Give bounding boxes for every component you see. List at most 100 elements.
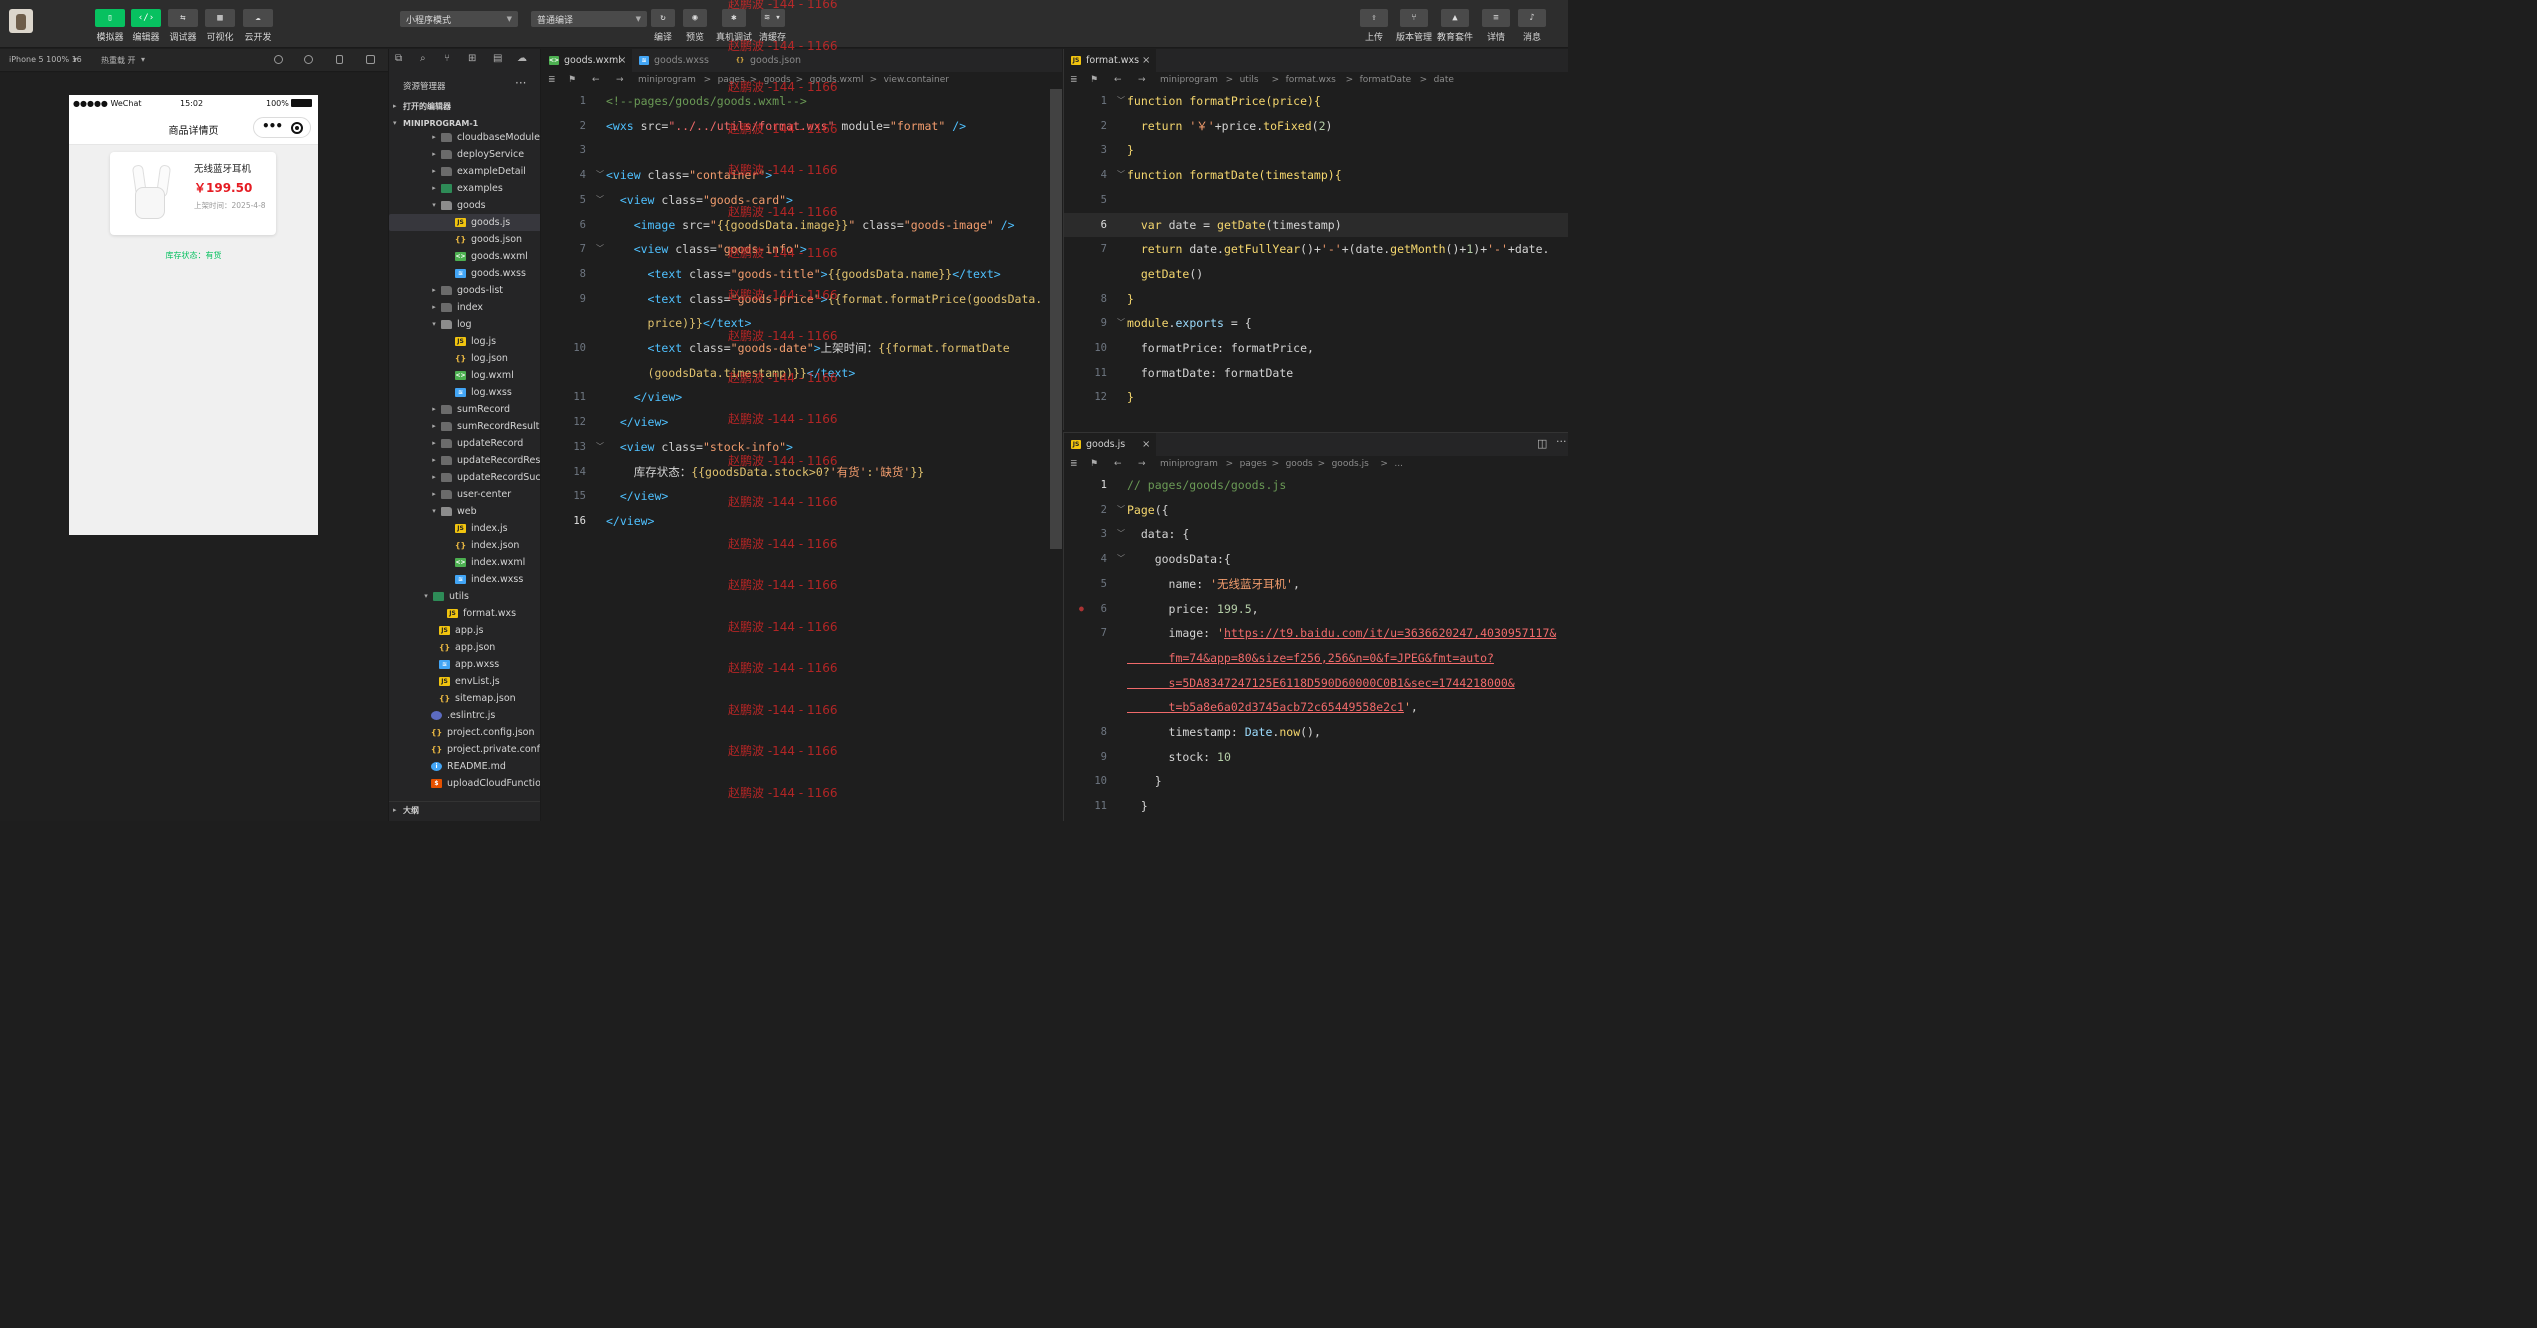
tree-item[interactable]: ▾ web (389, 503, 540, 520)
mode-select[interactable]: 小程序模式 ▼ (400, 11, 518, 27)
code-line[interactable]: 15 </view> (542, 484, 1062, 509)
toolbar-button-phone[interactable]: ▯ 模拟器 (95, 9, 125, 43)
eye-icon[interactable]: ◉ (683, 9, 707, 27)
tree-item[interactable]: i README.md (389, 758, 540, 775)
tab-goods-json[interactable]: {} goods.json (728, 49, 824, 72)
tree-item[interactable]: JS format.wxs (389, 605, 540, 622)
device-select[interactable]: iPhone 5 100% 16 (9, 55, 82, 64)
capsule-menu[interactable]: ••• (253, 117, 311, 138)
tab-format-wxs[interactable]: JS format.wxs × (1064, 49, 1156, 72)
graduation-icon[interactable]: ▲ (1441, 9, 1469, 27)
list-icon[interactable]: ≣ (1070, 72, 1078, 88)
breadcrumb-item[interactable]: miniprogram (1160, 72, 1218, 88)
source-control-icon[interactable]: ⑂ (444, 53, 456, 65)
tree-item[interactable]: ▸ updateRecordSuccess (389, 469, 540, 486)
code-line[interactable]: 9 <text class="goods-price">{{format.for… (542, 287, 1062, 312)
breadcrumb-item[interactable]: date (1434, 72, 1454, 88)
debug-icon[interactable]: ⇆ (168, 9, 198, 27)
code-area[interactable]: 1 ﹀ function formatPrice(price){2 return '… (1064, 89, 1568, 430)
chevron-right-icon[interactable]: ▸ (430, 486, 438, 503)
bookmark-icon[interactable]: ⚑ (568, 72, 576, 88)
refresh-icon[interactable]: ↻ (651, 9, 675, 27)
forward-icon[interactable]: → (616, 72, 624, 88)
tree-item[interactable]: ▾ utils (389, 588, 540, 605)
outline-section[interactable]: ▸ 大纲 (389, 801, 540, 818)
code-line[interactable]: 6 var date = getDate(timestamp) (1064, 212, 1568, 238)
breadcrumb-item[interactable]: miniprogram (638, 72, 696, 88)
chevron-right-icon[interactable]: ▸ (430, 299, 438, 316)
chevron-right-icon[interactable]: ▸ (430, 401, 438, 418)
tree-item[interactable]: ▸ updateRecord (389, 435, 540, 452)
toolbar-button-debug[interactable]: ⇆ 调试器 (168, 9, 198, 43)
tree-item[interactable]: ▾ goods (389, 197, 540, 214)
code-line[interactable]: 5 name: '无线蓝牙耳机', (1064, 572, 1568, 597)
tree-item[interactable]: ≋ index.wxss (389, 571, 540, 588)
breadcrumb-item[interactable]: formatDate (1360, 72, 1412, 88)
code-line[interactable]: fm=74&app=80&size=f256,256&n=0&f=JPEG&fm… (1064, 646, 1568, 671)
code-line[interactable]: 6 ● price: 199.5, (1064, 597, 1568, 622)
open-editors-section[interactable]: ▸ 打开的编辑器 (389, 98, 540, 115)
breadcrumb-item[interactable]: goods (1286, 456, 1313, 472)
code-line[interactable]: 1 <!--pages/goods/goods.wxml--> (542, 89, 1062, 114)
chevron-right-icon[interactable]: ▸ (430, 418, 438, 435)
chevron-right-icon[interactable]: ▸ (430, 469, 438, 486)
tree-item[interactable]: <> index.wxml (389, 554, 540, 571)
more-icon[interactable]: ··· (515, 76, 526, 90)
chevron-down-icon[interactable]: ▾ (430, 197, 438, 214)
fold-chevron-icon[interactable]: ﹀ (1117, 163, 1125, 188)
toolbar-button-code[interactable]: ‹/› 编辑器 (131, 9, 161, 43)
forward-icon[interactable]: → (1138, 72, 1146, 88)
code-line[interactable]: 4 ﹀ function formatDate(timestamp){ (1064, 163, 1568, 188)
tree-item[interactable]: {} app.json (389, 639, 540, 656)
toolbar-button-bug[interactable]: ✱ 真机调试 (716, 9, 752, 43)
breadcrumb-item[interactable]: format.wxs (1286, 72, 1336, 88)
breadcrumb-item[interactable]: goods.wxml (810, 72, 864, 88)
tree-item[interactable]: {} project.private.config.js... (389, 741, 540, 758)
code-line[interactable]: 7 ﹀ <view class="goods-info"> (542, 237, 1062, 262)
fold-chevron-icon[interactable]: ﹀ (596, 188, 604, 213)
back-icon[interactable]: ← (1114, 72, 1122, 88)
chevron-down-icon[interactable]: ▾ (430, 316, 438, 333)
tree-item[interactable]: {} log.json (389, 350, 540, 367)
record-icon[interactable] (304, 55, 313, 64)
docker-icon[interactable]: ☁ (517, 53, 529, 65)
fold-chevron-icon[interactable]: ﹀ (1117, 311, 1125, 336)
code-line[interactable]: t=b5a8e6a02d3745acb72c65449558e2c1', (1064, 695, 1568, 720)
tree-item[interactable]: ▸ cloudbaseModulein... (389, 129, 540, 146)
fold-chevron-icon[interactable]: ﹀ (1117, 89, 1125, 114)
bug-icon[interactable]: ✱ (722, 9, 746, 27)
upload-icon[interactable]: ⇪ (1360, 9, 1388, 27)
tree-item[interactable]: JS index.js (389, 520, 540, 537)
fold-chevron-icon[interactable]: ﹀ (1117, 522, 1125, 547)
more-icon[interactable]: ••• (262, 119, 283, 133)
code-line[interactable]: 5 (1064, 188, 1568, 213)
chevron-right-icon[interactable]: ▸ (430, 163, 438, 180)
code-line[interactable]: 8 timestamp: Date.now(), (1064, 720, 1568, 745)
phone-icon[interactable]: ▯ (95, 9, 125, 27)
code-line[interactable]: 10 } (1064, 769, 1568, 794)
code-line[interactable]: 11 </view> (542, 385, 1062, 410)
breakpoint-icon[interactable]: ● (1079, 597, 1084, 622)
tree-item[interactable]: ≋ log.wxss (389, 384, 540, 401)
code-line[interactable]: 2 return '￥'+price.toFixed(2) (1064, 114, 1568, 139)
toolbar-button-cloud[interactable]: ☁ 云开发 (243, 9, 273, 43)
layers-icon[interactable]: ≋ ▾ (760, 9, 785, 27)
breadcrumb-item[interactable]: ... (1394, 456, 1403, 472)
code-line[interactable]: 12} (1064, 385, 1568, 410)
chevron-right-icon[interactable]: ▸ (430, 129, 438, 146)
code-line[interactable]: 12 </view> (542, 410, 1062, 435)
tree-item[interactable]: <> log.wxml (389, 367, 540, 384)
code-area[interactable]: 1// pages/goods/goods.js 2 ﹀ Page({3 ﹀ data:… (1064, 473, 1568, 821)
tree-item[interactable]: JS goods.js (389, 214, 540, 231)
toolbar-button-branch[interactable]: ⑂ 版本管理 (1396, 9, 1432, 43)
tree-item[interactable]: ≋ goods.wxss (389, 265, 540, 282)
back-icon[interactable]: ← (1114, 456, 1122, 472)
breadcrumb-item[interactable]: pages (718, 72, 745, 88)
breadcrumb-item[interactable]: goods (764, 72, 791, 88)
close-icon[interactable]: × (618, 49, 626, 72)
code-line[interactable]: 11 } (1064, 794, 1568, 819)
tree-item[interactable]: ▸ updateRecordResult (389, 452, 540, 469)
search-icon[interactable]: ⌕ (420, 53, 432, 65)
fold-chevron-icon[interactable]: ﹀ (596, 435, 604, 460)
back-icon[interactable]: ← (592, 72, 600, 88)
